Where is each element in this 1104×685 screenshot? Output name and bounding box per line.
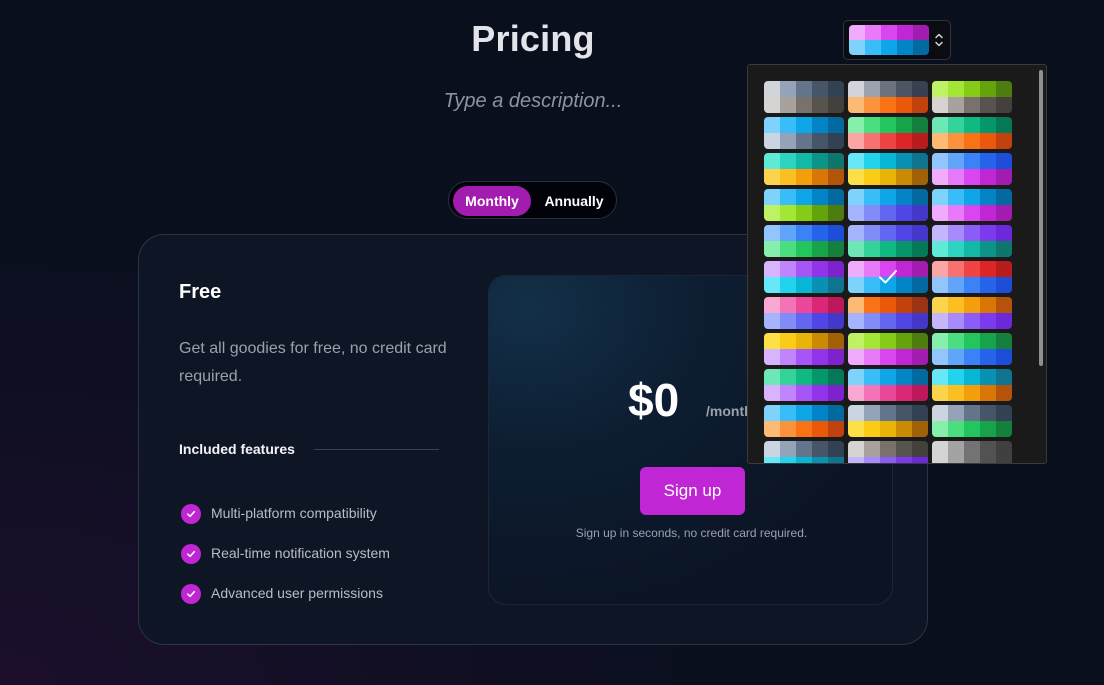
palette-option[interactable] [764,261,844,293]
selected-palette-preview [849,25,929,55]
palette-option[interactable] [848,297,928,329]
palette-select[interactable] [843,20,951,60]
palette-option[interactable] [764,297,844,329]
feature-label: Advanced user permissions [211,585,383,601]
palette-option[interactable] [764,441,844,463]
palette-dropdown [747,64,1047,464]
palette-option[interactable] [932,333,1012,365]
palette-option[interactable] [848,117,928,149]
palette-option[interactable] [848,261,928,293]
check-icon [181,544,201,564]
palette-option[interactable] [848,81,928,113]
scrollbar[interactable] [1039,70,1043,366]
palette-option[interactable] [932,153,1012,185]
palette-option[interactable] [848,225,928,257]
palette-option[interactable] [848,189,928,221]
palette-option[interactable] [932,297,1012,329]
features-heading: Included features [179,441,295,457]
feature-label: Multi-platform compatibility [211,505,377,521]
palette-option[interactable] [764,189,844,221]
check-icon [181,584,201,604]
feature-label: Real-time notification system [211,545,390,561]
palette-option[interactable] [764,117,844,149]
signup-note: Sign up in seconds, no credit card requi… [575,526,808,540]
palette-option[interactable] [932,189,1012,221]
check-icon [181,504,201,524]
palette-option[interactable] [848,153,928,185]
palette-option[interactable] [848,441,928,463]
palette-option[interactable] [932,81,1012,113]
plan-description: Get all goodies for free, no credit card… [179,340,447,385]
palette-option[interactable] [932,369,1012,401]
palette-option[interactable] [764,369,844,401]
palette-option[interactable] [764,333,844,365]
divider [314,449,439,450]
palette-option[interactable] [932,441,1012,463]
palette-option[interactable] [932,405,1012,437]
palette-option[interactable] [764,153,844,185]
palette-option[interactable] [932,225,1012,257]
billing-toggle: Monthly Annually [448,181,617,219]
palette-option[interactable] [848,405,928,437]
price-amount: $0 [628,374,680,426]
toggle-annually[interactable]: Annually [535,186,613,216]
palette-option[interactable] [932,117,1012,149]
plan-name: Free [179,281,222,303]
toggle-monthly[interactable]: Monthly [453,186,531,216]
palette-option[interactable] [932,261,1012,293]
signup-button[interactable]: Sign up [640,467,745,515]
palette-option[interactable] [848,369,928,401]
price-period: /month [706,403,753,419]
palette-option[interactable] [848,333,928,365]
chevron-up-down-icon [935,33,943,47]
checkmark-icon [879,270,897,284]
palette-option[interactable] [764,81,844,113]
palette-option[interactable] [764,225,844,257]
palette-option[interactable] [764,405,844,437]
